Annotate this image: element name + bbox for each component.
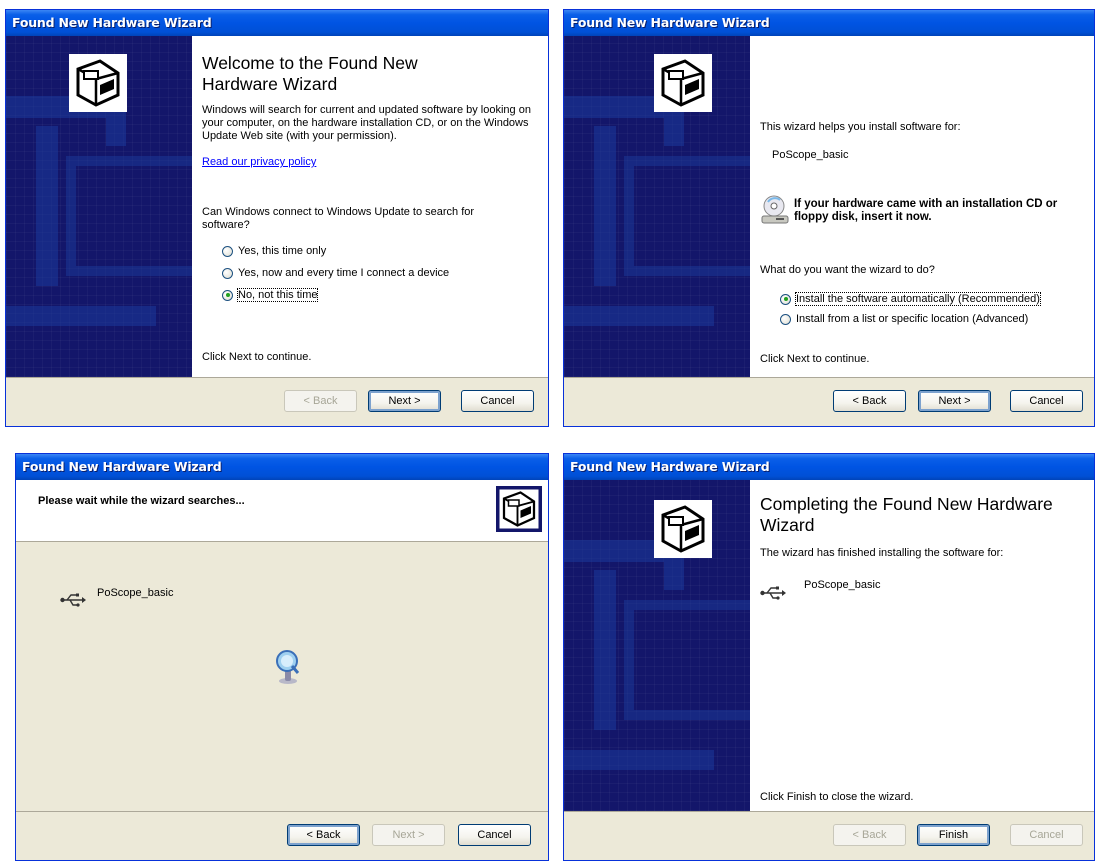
button-bar: < Back Next > Cancel	[564, 377, 1094, 426]
button-bar: < Back Next > Cancel	[6, 377, 548, 426]
footer-instruction: Click Next to continue.	[760, 353, 870, 365]
cd-notice: If your hardware came with an installati…	[794, 198, 1058, 223]
title-bar[interactable]: Found New Hardware Wizard	[564, 10, 1094, 36]
wizard-header-band: Please wait while the wizard searches...	[16, 480, 548, 542]
title-bar[interactable]: Found New Hardware Wizard	[6, 10, 548, 36]
radio-button[interactable]	[780, 313, 791, 325]
page-title: Completing the Found New Hardware Wizard	[760, 494, 1053, 535]
option-yes-this-time[interactable]: Yes, this time only	[222, 243, 326, 259]
footer-instruction: Click Next to continue.	[202, 351, 312, 363]
option-label: Yes, now and every time I connect a devi…	[238, 267, 450, 279]
option-label: Install the software automatically (Reco…	[795, 292, 1041, 306]
title-bar[interactable]: Found New Hardware Wizard	[564, 454, 1094, 480]
back-button[interactable]: < Back	[287, 824, 360, 846]
option-install-from-list[interactable]: Install from a list or specific location…	[780, 311, 1028, 327]
wizard-window-install-options: Found New Hardware Wizard This wizard he…	[563, 9, 1095, 427]
button-bar: < Back Finish Cancel	[564, 811, 1094, 860]
option-label: Install from a list or specific location…	[796, 313, 1029, 325]
intro-text: This wizard helps you install software f…	[760, 121, 961, 133]
question-text: Can Windows connect to Windows Update to…	[202, 206, 475, 231]
radio-button[interactable]	[222, 245, 233, 257]
option-label: No, not this time	[236, 288, 319, 302]
wizard-window-welcome: Found New Hardware Wizard Welcome to the…	[5, 9, 549, 427]
wizard-body: Welcome to the Found New Hardware Wizard…	[6, 36, 548, 377]
option-label: Yes, this time only	[238, 245, 327, 257]
finish-button[interactable]: Finish	[917, 824, 990, 846]
option-no-not-this-time[interactable]: No, not this time	[222, 287, 319, 303]
wizard-body: This wizard helps you install software f…	[564, 36, 1094, 377]
intro-text: The wizard has finished installing the s…	[760, 547, 1004, 559]
device-name: PoScope_basic	[772, 149, 849, 161]
intro-text: Windows will search for current and upda…	[202, 104, 531, 142]
page-title: Welcome to the Found New Hardware Wizard	[202, 53, 418, 94]
usb-icon	[60, 593, 86, 607]
hardware-wizard-icon	[654, 54, 712, 112]
wizard-content: Completing the Found New Hardware Wizard…	[760, 480, 1086, 811]
next-button[interactable]: Next >	[372, 824, 445, 846]
back-button[interactable]: < Back	[833, 824, 906, 846]
radio-button-selected[interactable]	[780, 293, 791, 305]
wizard-body: Completing the Found New Hardware Wizard…	[564, 480, 1094, 811]
radio-button-selected[interactable]	[222, 289, 233, 301]
cd-drive-icon	[760, 194, 792, 226]
wizard-window-searching: Found New Hardware Wizard Please wait wh…	[15, 453, 549, 861]
next-button[interactable]: Next >	[918, 390, 991, 412]
device-name: PoScope_basic	[97, 587, 174, 599]
hardware-wizard-icon	[496, 486, 542, 532]
radio-button[interactable]	[222, 267, 233, 279]
cancel-button[interactable]: Cancel	[1010, 390, 1083, 412]
wizard-window-completing: Found New Hardware Wizard Completing the…	[563, 453, 1095, 861]
option-yes-every-time[interactable]: Yes, now and every time I connect a devi…	[222, 265, 449, 281]
device-name: PoScope_basic	[804, 579, 881, 591]
wizard-side-panel	[564, 480, 750, 811]
cancel-button[interactable]: Cancel	[458, 824, 531, 846]
title-bar[interactable]: Found New Hardware Wizard	[16, 454, 548, 480]
cancel-button[interactable]: Cancel	[461, 390, 534, 412]
option-install-automatically[interactable]: Install the software automatically (Reco…	[780, 291, 1041, 307]
cancel-button[interactable]: Cancel	[1010, 824, 1083, 846]
wizard-body: Please wait while the wizard searches...	[16, 480, 548, 811]
wizard-content: This wizard helps you install software f…	[760, 36, 1086, 377]
privacy-policy-link[interactable]: Read our privacy policy	[202, 156, 316, 169]
footer-instruction: Click Finish to close the wizard.	[760, 791, 914, 803]
wizard-side-panel	[564, 36, 750, 377]
back-button[interactable]: < Back	[284, 390, 357, 412]
hardware-wizard-icon	[69, 54, 127, 112]
hardware-wizard-icon	[654, 500, 712, 558]
page-header: Please wait while the wizard searches...	[38, 495, 245, 507]
next-button[interactable]: Next >	[368, 390, 441, 412]
question-text: What do you want the wizard to do?	[760, 264, 935, 276]
wizard-side-panel	[6, 36, 192, 377]
wizard-content: Welcome to the Found New Hardware Wizard…	[202, 36, 540, 377]
back-button[interactable]: < Back	[833, 390, 906, 412]
button-bar: < Back Next > Cancel	[16, 811, 548, 860]
search-magnifier-icon	[274, 649, 302, 685]
usb-icon	[760, 586, 786, 600]
